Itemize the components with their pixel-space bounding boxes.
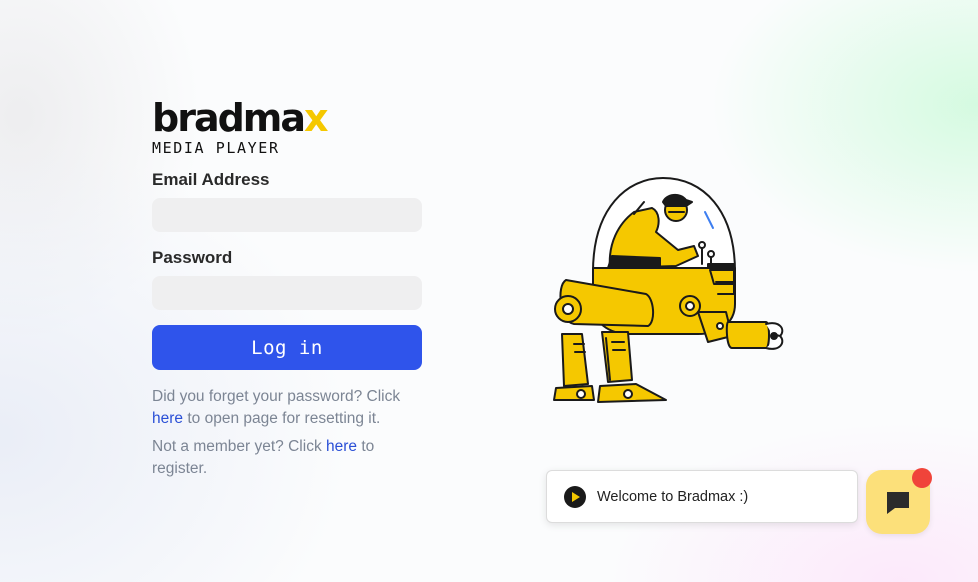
logo-wordmark: bradmax — [152, 96, 329, 140]
chat-bubble-icon — [887, 492, 909, 514]
email-label: Email Address — [152, 170, 270, 189]
notification-dot — [912, 468, 932, 488]
robot-mech-pilot-illustration — [548, 172, 793, 408]
help-text: Did you forget your password? Click here… — [152, 386, 422, 480]
register-prefix: Not a member yet? Click — [152, 438, 322, 455]
email-field[interactable] — [152, 198, 422, 232]
logo-wordmark-main: bradma — [152, 96, 306, 140]
logo-wordmark-x: x — [304, 96, 328, 140]
password-field[interactable] — [152, 276, 422, 310]
password-label: Password — [152, 248, 233, 267]
register-text: Not a member yet? Click here to register… — [152, 436, 422, 480]
welcome-chat-bubble[interactable]: Welcome to Bradmax :) — [546, 470, 858, 523]
forgot-password-link[interactable]: here — [152, 410, 183, 427]
play-circle-icon — [564, 485, 586, 508]
forgot-prefix: Did you forget your password? Click — [152, 388, 401, 405]
forgot-password-text: Did you forget your password? Click here… — [152, 386, 422, 430]
forgot-suffix: to open page for resetting it. — [187, 410, 381, 427]
welcome-message: Welcome to Bradmax :) — [597, 488, 749, 505]
chat-launcher-button[interactable] — [866, 468, 932, 534]
bradmax-logo: bradmax MEDIA PLAYER — [152, 96, 422, 157]
logo-subtitle: MEDIA PLAYER — [152, 139, 280, 157]
login-button[interactable]: Log in — [152, 325, 422, 370]
register-link[interactable]: here — [326, 438, 357, 455]
login-panel: bradmax MEDIA PLAYER Email Address Passw… — [152, 96, 422, 486]
